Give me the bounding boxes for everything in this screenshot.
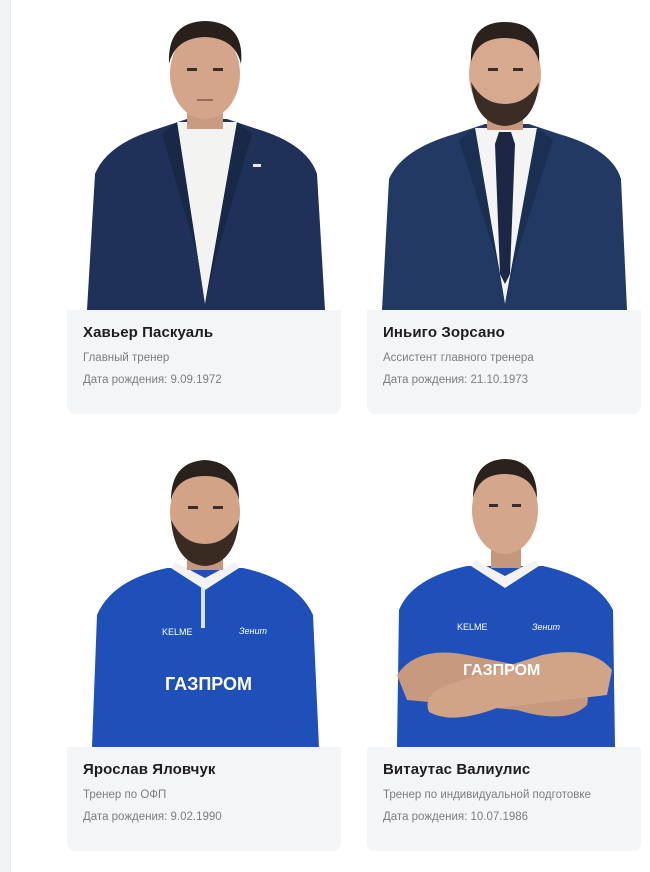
staff-name: Ярослав Яловчук [83,761,216,778]
svg-text:KELME: KELME [457,622,488,632]
svg-text:Зенит: Зенит [532,622,560,632]
svg-text:ГАЗПРОМ: ГАЗПРОМ [463,662,540,679]
staff-card[interactable]: Хавьер Паскуаль Главный тренер Дата рожд… [67,4,341,414]
staff-photo: KELME Зенит ГАЗПРОМ [367,440,641,747]
person-portrait-jersey-icon: KELME Зенит ГАЗПРОМ [92,460,319,747]
staff-birthdate: Дата рождения: 10.07.1986 [383,811,529,823]
staff-card[interactable]: Иньиго Зорсано Ассистент главного тренер… [367,4,641,414]
staff-name: Иньиго Зорсано [383,324,505,341]
person-portrait-jersey-icon: KELME Зенит ГАЗПРОМ [397,459,615,747]
svg-text:KELME: KELME [162,627,193,637]
staff-photo [67,4,341,310]
staff-role: Главный тренер [83,352,170,364]
staff-role: Тренер по индивидуальной подготовке [383,789,591,801]
staff-birthdate: Дата рождения: 9.09.1972 [83,374,222,386]
person-portrait-suit-icon [382,22,627,310]
staff-name: Хавьер Паскуаль [83,324,214,341]
staff-photo: KELME Зенит ГАЗПРОМ [67,440,341,747]
staff-role: Ассистент главного тренера [383,352,534,364]
staff-birthdate: Дата рождения: 21.10.1973 [383,374,529,386]
svg-text:Зенит: Зенит [239,626,267,636]
page-left-rail [0,0,11,872]
staff-name: Витаутас Валиулис [383,761,531,778]
staff-card[interactable]: KELME Зенит ГАЗПРОМ Витаутас Валиулис Тр… [367,440,641,851]
person-portrait-suit-icon [87,21,325,310]
svg-text:ГАЗПРОМ: ГАЗПРОМ [165,674,252,694]
staff-birthdate: Дата рождения: 9.02.1990 [83,811,222,823]
staff-photo [367,4,641,310]
staff-card[interactable]: KELME Зенит ГАЗПРОМ Ярослав Яловчук Трен… [67,440,341,851]
staff-role: Тренер по ОФП [83,789,167,801]
